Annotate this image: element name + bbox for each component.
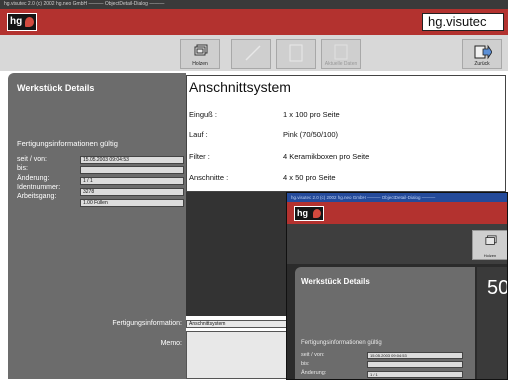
- holzen-label: Holzen: [192, 61, 208, 67]
- aktuelle-daten-button[interactable]: Aktuelle Daten: [321, 39, 361, 69]
- nested-field-seit-value: 15.05.2003 09:04:53: [367, 352, 463, 359]
- nested-logo-mark-icon: [313, 209, 321, 218]
- validity-heading: Fertigungsinformationen gültig: [17, 139, 118, 148]
- content-title: Anschnittsystem: [189, 79, 291, 95]
- blank-page-icon: [289, 44, 303, 62]
- nested-window: hg.visutec 2.0 (c) 2002 hg.neo GmbH ——— …: [286, 192, 508, 380]
- nested-panel-title: Werkstück Details: [301, 277, 370, 286]
- nested-window-title: hg.visutec 2.0 (c) 2002 hg.neo GmbH ——— …: [287, 193, 507, 202]
- content-panel: Anschnittsystem Einguß : 1 x 100 pro Sei…: [186, 75, 506, 192]
- field-arbeitsgang-value: 1.00 Füllen: [80, 199, 184, 207]
- nested-validity-heading: Fertigungsinformationen gültig: [301, 340, 382, 346]
- row-label-einguss: Einguß :: [189, 110, 217, 119]
- slash-icon: [245, 45, 261, 61]
- field-label-arbeitsgang: Arbeitsgang:: [17, 193, 57, 200]
- panel-title: Werkstück Details: [17, 83, 95, 93]
- field-label-bis: bis:: [17, 165, 28, 172]
- row-label-anschnitte: Anschnitte :: [189, 173, 229, 182]
- logo-text: hg: [10, 16, 23, 27]
- field-seit-value: 15.05.2003 09:04:53: [80, 156, 184, 164]
- stack-icon: [194, 44, 208, 56]
- zurueck-label: Zurück: [474, 61, 490, 67]
- field-label-aenderung: Änderung:: [17, 175, 50, 182]
- fertigungsinfo-field[interactable]: Anschnittsystem: [186, 320, 287, 328]
- disabled-button-2[interactable]: [231, 39, 271, 69]
- nested-field-bis-value: [367, 361, 463, 368]
- disabled-button-3[interactable]: [276, 39, 316, 69]
- nested-stack-icon: [485, 235, 497, 245]
- nested-big-text: 50e: [487, 277, 507, 299]
- row-value-filter: 4 Keramikboxen pro Seite: [283, 152, 370, 161]
- field-bis-value: [80, 166, 184, 174]
- visutec-logo: hg.visutec: [422, 13, 504, 31]
- nested-field-aenderung-value: 1 / 1: [367, 371, 463, 378]
- field-aenderung-value: 1 / 1: [80, 177, 184, 185]
- aktuelle-daten-label: Aktuelle Daten: [324, 61, 358, 67]
- nested-logo-text: hg: [297, 208, 308, 218]
- window-title: hg.visutec 2.0 (c) 2002 hg.neo GmbH ——— …: [0, 0, 508, 9]
- field-identnummer-value: 3278: [80, 188, 184, 196]
- field-label-seit: seit / von:: [17, 156, 47, 163]
- row-value-einguss: 1 x 100 pro Seite: [283, 110, 340, 119]
- fertigungsinfo-label: Fertigungsinformation:: [112, 320, 182, 327]
- nested-field-label-aenderung: Änderung:: [301, 370, 327, 376]
- nested-hg-logo: hg: [294, 206, 324, 221]
- row-label-lauf: Lauf :: [189, 130, 208, 139]
- logo-mark-icon: [25, 17, 34, 27]
- hg-logo: hg: [7, 13, 37, 31]
- details-panel: Werkstück Details Fertigungsinformatione…: [8, 73, 186, 379]
- back-arrow-icon: [474, 44, 492, 60]
- memo-field[interactable]: [186, 331, 287, 379]
- nested-holzen-label: Holzen: [483, 253, 497, 258]
- nested-holzen-button[interactable]: Holzen: [472, 230, 507, 260]
- nested-field-label-seit: seit / von:: [301, 352, 325, 358]
- row-value-lauf: Pink (70/50/100): [283, 130, 339, 139]
- row-value-anschnitte: 4 x 50 pro Seite: [283, 173, 336, 182]
- nested-field-label-bis: bis:: [301, 361, 310, 367]
- row-label-filter: Filter :: [189, 152, 210, 161]
- zurueck-button[interactable]: Zurück: [462, 39, 502, 69]
- field-label-identnummer: Identnummer:: [17, 184, 61, 191]
- memo-label: Memo:: [160, 340, 182, 347]
- toolbar: Holzen Aktuelle Daten Zurück: [0, 35, 508, 71]
- holzen-button[interactable]: Holzen: [180, 39, 220, 69]
- page-icon: [334, 44, 348, 60]
